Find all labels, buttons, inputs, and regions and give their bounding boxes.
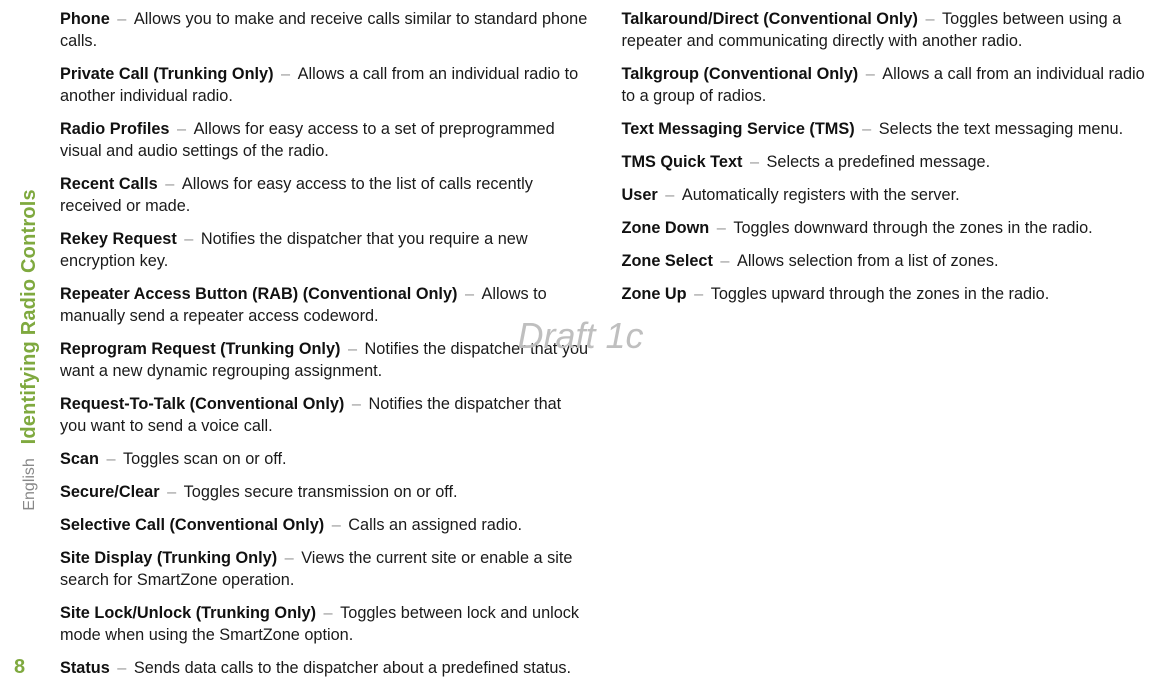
separator: – [102, 450, 120, 468]
description: Selects the text messaging menu. [879, 120, 1123, 138]
term: Site Display (Trunking Only) [60, 549, 277, 567]
definition-entry: Scan – Toggles scan on or off. [60, 448, 592, 470]
description: Automatically registers with the server. [682, 186, 960, 204]
term: Scan [60, 450, 99, 468]
term: Request-To-Talk (Conventional Only) [60, 395, 344, 413]
term: Status [60, 659, 110, 677]
definition-entry: Selective Call (Conventional Only) – Cal… [60, 514, 592, 536]
description: Allows selection from a list of zones. [737, 252, 999, 270]
term: Zone Up [622, 285, 687, 303]
separator: – [921, 10, 939, 28]
separator: – [280, 549, 298, 567]
term: Radio Profiles [60, 120, 169, 138]
term: Phone [60, 10, 110, 28]
definition-entry: Private Call (Trunking Only) – Allows a … [60, 63, 592, 107]
term: Recent Calls [60, 175, 158, 193]
definition-entry: Status – Sends data calls to the dispatc… [60, 657, 592, 679]
definition-entry: Site Lock/Unlock (Trunking Only) – Toggl… [60, 602, 592, 646]
separator: – [716, 252, 734, 270]
separator: – [745, 153, 763, 171]
separator: – [861, 65, 879, 83]
description: Allows you to make and receive calls sim… [60, 10, 587, 50]
description: Calls an assigned radio. [348, 516, 522, 534]
term: Selective Call (Conventional Only) [60, 516, 324, 534]
term: User [622, 186, 658, 204]
term: Talkaround/Direct (Conventional Only) [622, 10, 918, 28]
definition-entry: Recent Calls – Allows for easy access to… [60, 173, 592, 217]
separator: – [113, 659, 131, 677]
term: Reprogram Request (Trunking Only) [60, 340, 340, 358]
description: Toggles scan on or off. [123, 450, 287, 468]
separator: – [327, 516, 345, 534]
description: Selects a predefined message. [767, 153, 991, 171]
separator: – [460, 285, 478, 303]
side-label: Identifying Radio Controls English [18, 189, 41, 511]
definition-entry: Text Messaging Service (TMS) – Selects t… [622, 118, 1154, 140]
definition-entry: Request-To-Talk (Conventional Only) – No… [60, 393, 592, 437]
language-label: English [21, 458, 39, 510]
description: Sends data calls to the dispatcher about… [134, 659, 571, 677]
term: Talkgroup (Conventional Only) [622, 65, 859, 83]
term: TMS Quick Text [622, 153, 743, 171]
term: Repeater Access Button (RAB) (Convention… [60, 285, 457, 303]
definition-entry: Secure/Clear – Toggles secure transmissi… [60, 481, 592, 503]
definition-entry: Rekey Request – Notifies the dispatcher … [60, 228, 592, 272]
definition-entry: Site Display (Trunking Only) – Views the… [60, 547, 592, 591]
separator: – [712, 219, 730, 237]
term: Secure/Clear [60, 483, 160, 501]
description: Toggles secure transmission on or off. [184, 483, 458, 501]
term: Zone Down [622, 219, 710, 237]
term: Zone Select [622, 252, 713, 270]
separator: – [343, 340, 361, 358]
definition-entry: User – Automatically registers with the … [622, 184, 1154, 206]
definition-entry: Repeater Access Button (RAB) (Convention… [60, 283, 592, 327]
separator: – [277, 65, 295, 83]
separator: – [661, 186, 679, 204]
section-title: Identifying Radio Controls [18, 189, 41, 444]
term: Rekey Request [60, 230, 177, 248]
definition-entry: Zone Up – Toggles upward through the zon… [622, 283, 1154, 305]
separator: – [161, 175, 179, 193]
separator: – [319, 604, 337, 622]
term: Text Messaging Service (TMS) [622, 120, 855, 138]
separator: – [347, 395, 365, 413]
definition-entry: Zone Down – Toggles downward through the… [622, 217, 1154, 239]
separator: – [690, 285, 708, 303]
description: Toggles downward through the zones in th… [733, 219, 1092, 237]
definition-entry: Radio Profiles – Allows for easy access … [60, 118, 592, 162]
definition-entry: Zone Select – Allows selection from a li… [622, 250, 1154, 272]
term: Private Call (Trunking Only) [60, 65, 274, 83]
definition-entry: Talkgroup (Conventional Only) – Allows a… [622, 63, 1154, 107]
term: Site Lock/Unlock (Trunking Only) [60, 604, 316, 622]
definition-entry: TMS Quick Text – Selects a predefined me… [622, 151, 1154, 173]
separator: – [858, 120, 876, 138]
description: Toggles upward through the zones in the … [711, 285, 1050, 303]
separator: – [163, 483, 181, 501]
separator: – [180, 230, 198, 248]
separator: – [172, 120, 190, 138]
definition-entry: Phone – Allows you to make and receive c… [60, 8, 592, 52]
definition-entry: Talkaround/Direct (Conventional Only) – … [622, 8, 1154, 52]
separator: – [113, 10, 131, 28]
definition-entry: Reprogram Request (Trunking Only) – Noti… [60, 338, 592, 382]
content-columns: Phone – Allows you to make and receive c… [60, 8, 1153, 691]
page-number: 8 [14, 656, 25, 679]
